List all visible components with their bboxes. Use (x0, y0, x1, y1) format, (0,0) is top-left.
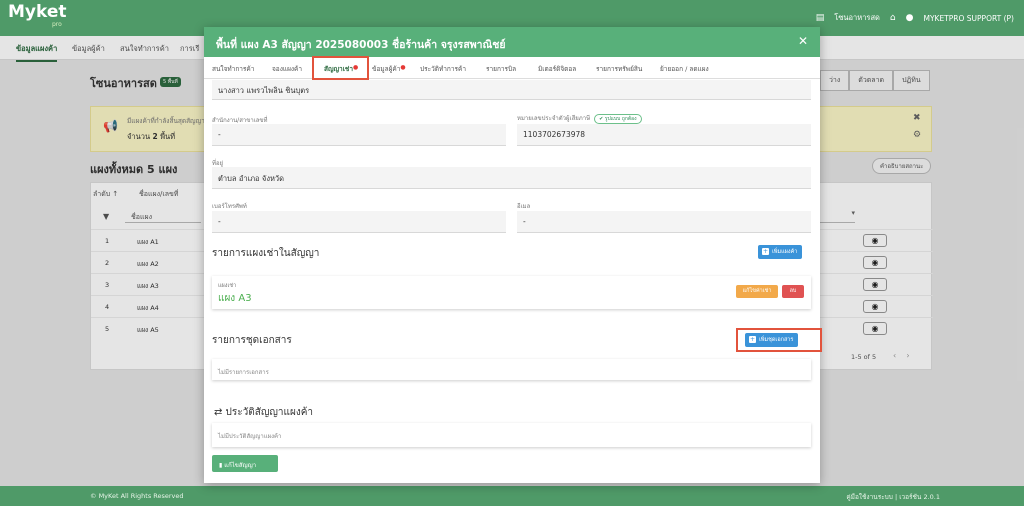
stalls-section-title: รายการแผงเช่าในสัญญา (212, 248, 320, 259)
modal-header: พื้นที่ แผง A3 สัญญา 2025080003 ชื่อร้าน… (204, 27, 820, 57)
delete-stall-button[interactable]: ลบ (782, 285, 804, 298)
documents-empty-text: ไม่มีรายการเอกสาร (218, 369, 269, 376)
phone-label: เบอร์โทรศัพท์ (212, 203, 247, 210)
app-logo[interactable]: Myket (8, 3, 67, 21)
user-icon: ● (905, 13, 914, 23)
tab-digital-meter[interactable]: มิเตอร์ดิจิตอล (538, 64, 576, 74)
document-icon: ▮ (219, 462, 223, 469)
office-field[interactable]: - (212, 124, 506, 146)
edit-rent-button[interactable]: แก้ไขค่าเช่า (736, 285, 778, 298)
tab-move-out[interactable]: ย้ายออก / ลดแผง (660, 64, 709, 74)
add-stall-button[interactable]: + เพิ่มแผงค้า (758, 245, 803, 259)
tab-bills[interactable]: รายการบิล (486, 64, 516, 74)
highlight-add-docs-button (736, 328, 822, 352)
tenant-name-field[interactable]: นางสาว แพรวไพลิน ชินบุตร (212, 80, 811, 100)
verified-badge: ✔ รูปแบบ ถูกต้อง (594, 114, 642, 124)
user-menu[interactable]: MYKETPRO SUPPORT (P) (923, 14, 1014, 23)
manual-version[interactable]: คู่มือใช้งานระบบ | เวอร์ชัน 2.0.1 (846, 492, 940, 502)
docs-section-title: รายการชุดเอกสาร (212, 335, 292, 346)
history-list: ไม่มีประวัติสัญญาแผงค้า (212, 423, 811, 447)
contract-modal: พื้นที่ แผง A3 สัญญา 2025080003 ชื่อร้าน… (204, 27, 820, 483)
tab-vendor-info[interactable]: ข้อมูลผู้ค้า● (372, 64, 406, 74)
copyright: © MyKet All Rights Reserved (90, 492, 184, 500)
store-icon: ▤ (815, 13, 825, 23)
email-field[interactable]: - (517, 211, 811, 233)
alert-dot-icon: ● (400, 64, 406, 71)
modal-body: นางสาว แพรวไพลิน ชินบุตร สำนักงาน/สาขาเล… (204, 79, 820, 483)
taxid-field[interactable]: 1103702673978 (517, 124, 811, 146)
taxid-label: หมายเลขประจำตัวผู้เสียภาษี ✔ รูปแบบ ถูกต้… (517, 113, 642, 124)
app-logo-sub: pro (52, 21, 62, 28)
tab-interested[interactable]: สนใจทำการค้า (212, 64, 254, 74)
address-field[interactable]: ตำบล อำเภอ จังหวัด (212, 167, 811, 189)
edit-contract-button[interactable]: ▮ แก้ไขสัญญา (212, 455, 278, 472)
documents-list: ไม่มีรายการเอกสาร (212, 359, 811, 380)
home-icon[interactable]: ⌂ (890, 13, 896, 23)
check-circle-icon: ✔ (599, 116, 604, 122)
modal-title: พื้นที่ แผง A3 สัญญา 2025080003 ชื่อร้าน… (216, 39, 506, 51)
history-empty-text: ไม่มีประวัติสัญญาแผงค้า (218, 433, 282, 440)
history-section-title: ⇄ ประวัติสัญญาแผงค้า (214, 407, 314, 418)
tab-assets[interactable]: รายการทรัพย์สิน (596, 64, 642, 74)
modal-tabs: สนใจทำการค้า จองแผงค้า สัญญาเช่า● ข้อมูล… (204, 57, 820, 79)
tab-booking[interactable]: จองแผงค้า (272, 64, 302, 74)
close-icon[interactable]: ✕ (798, 34, 808, 48)
highlight-lease-tab (312, 56, 369, 80)
email-label: อีเมล (517, 203, 531, 210)
stall-label: แผงเช่า (218, 283, 237, 289)
phone-field[interactable]: - (212, 211, 506, 233)
tab-trade-history[interactable]: ประวัติทำการค้า (420, 64, 466, 74)
stall-name: แผง A3 (218, 293, 252, 304)
zone-link[interactable]: โซนอาหารสด (834, 12, 880, 24)
plus-icon: + (762, 248, 769, 255)
footer: © MyKet All Rights Reserved คู่มือใช้งาน… (0, 486, 1024, 506)
stall-card: แผงเช่า แผง A3 แก้ไขค่าเช่า ลบ (212, 276, 811, 309)
